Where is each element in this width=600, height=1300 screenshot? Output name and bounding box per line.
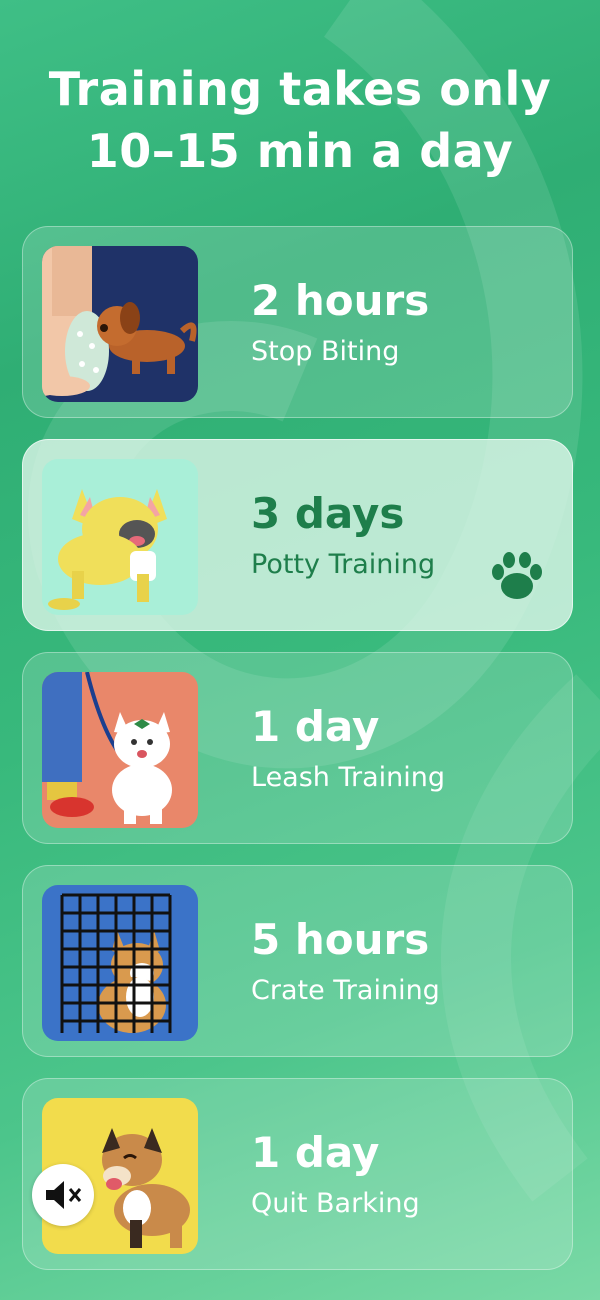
- training-label: Leash Training: [251, 762, 446, 793]
- option-card-stop-biting[interactable]: 2 hours Stop Biting: [22, 226, 573, 418]
- training-label: Crate Training: [251, 975, 440, 1006]
- option-card-crate-training[interactable]: 5 hours Crate Training: [22, 865, 573, 1057]
- training-label: Stop Biting: [251, 336, 400, 367]
- duration-text: 2 hours: [251, 276, 430, 325]
- potty-training-illustration: [42, 459, 198, 615]
- mute-button[interactable]: [32, 1164, 94, 1226]
- stop-biting-illustration: [42, 246, 198, 402]
- duration-text: 5 hours: [251, 915, 430, 964]
- crate-training-illustration: [42, 885, 198, 1041]
- mute-icon: [46, 1181, 82, 1209]
- leash-training-illustration: [42, 672, 198, 828]
- option-card-quit-barking[interactable]: 1 day Quit Barking: [22, 1078, 573, 1270]
- duration-text: 1 day: [251, 702, 380, 751]
- option-card-leash-training[interactable]: 1 day Leash Training: [22, 652, 573, 844]
- duration-text: 1 day: [251, 1128, 380, 1177]
- training-label: Potty Training: [251, 549, 436, 580]
- title-line-1: Training takes only: [48, 62, 552, 116]
- option-card-potty-training[interactable]: 3 days Potty Training: [22, 439, 573, 631]
- paw-icon: [492, 552, 542, 599]
- training-label: Quit Barking: [251, 1188, 420, 1219]
- title-line-2: 10–15 min a day: [86, 124, 514, 178]
- page-title: Training takes only 10–15 min a day: [0, 58, 600, 182]
- duration-text: 3 days: [251, 489, 405, 538]
